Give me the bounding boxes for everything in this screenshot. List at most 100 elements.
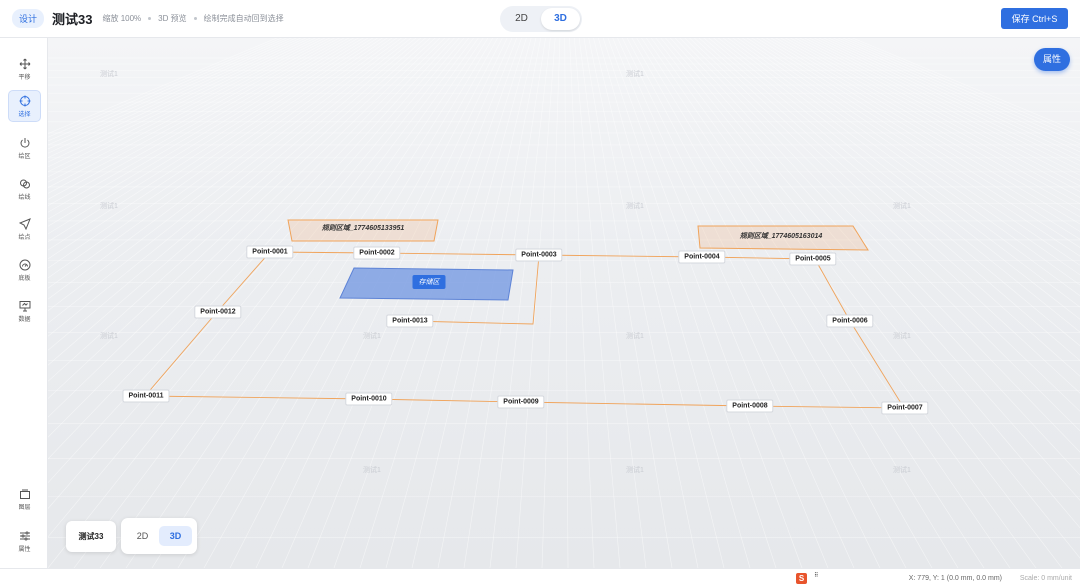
grid-line	[99, 38, 479, 568]
point-label[interactable]: Point-0005	[789, 252, 837, 266]
point-label[interactable]: Point-0006	[826, 314, 874, 328]
grid-line	[660, 38, 1080, 559]
watermark: 测试1	[100, 69, 118, 78]
tool-draw-point[interactable]: 绘点	[8, 213, 41, 245]
grid-line	[851, 38, 1080, 133]
grid-line	[669, 38, 1080, 501]
grid-line	[689, 38, 1080, 412]
view-mode-toggle: 2D 3D	[500, 6, 582, 32]
tool-pan[interactable]: 平移	[8, 53, 41, 85]
grid-line	[48, 38, 446, 438]
bottom-view-2d-option[interactable]: 2D	[126, 526, 159, 546]
grid-line	[770, 38, 1080, 218]
grid-line	[48, 38, 422, 351]
move-icon	[19, 58, 30, 69]
tool-properties[interactable]: 属性	[8, 525, 41, 557]
grid-line	[598, 38, 751, 568]
grid-line	[593, 38, 725, 568]
point-label[interactable]: Point-0003	[515, 248, 563, 262]
grid-line	[780, 38, 1080, 205]
grid-line	[48, 38, 388, 269]
bottom-view-3d-option[interactable]: 3D	[159, 526, 192, 546]
tool-select[interactable]: 选择	[8, 90, 41, 122]
grid-line	[583, 38, 673, 568]
grid-line	[48, 38, 340, 194]
tool-layers[interactable]: 图层	[8, 483, 41, 515]
grid-line	[48, 38, 383, 260]
grid-line	[48, 38, 288, 142]
project-name-card[interactable]: 测试33	[66, 521, 116, 552]
keyboard-icon[interactable]: ⠿	[814, 572, 818, 579]
point-label[interactable]: Point-0008	[726, 399, 774, 413]
tool-draw-area[interactable]: 绘区	[8, 132, 41, 164]
grid-line	[73, 38, 474, 568]
point-label[interactable]: Point-0012	[194, 305, 242, 319]
storage-area-label: 存储区	[412, 275, 446, 289]
grid-line	[760, 38, 1080, 232]
grid-line	[48, 38, 436, 399]
grid-line	[48, 38, 326, 178]
project-title: 测试33	[52, 12, 93, 27]
grid-line	[437, 38, 542, 568]
sliders-icon	[19, 531, 30, 540]
grid-line	[818, 38, 1080, 162]
grid-line	[48, 38, 374, 243]
separator-dot	[148, 17, 152, 20]
point-label[interactable]: Point-0009	[497, 395, 545, 409]
grid-line	[775, 38, 1080, 211]
mode-badge[interactable]: 设计	[12, 9, 45, 28]
grid-line	[48, 38, 460, 509]
tool-label: 选择	[18, 111, 31, 118]
path-lines	[144, 251, 905, 409]
tool-label: 属性	[18, 546, 31, 553]
3d-canvas[interactable]: 测试1 测试1 测试1 测试1 测试1 测试1 测试1 测试1 测试1 测试1 …	[48, 38, 1080, 568]
tool-label: 底板	[18, 275, 31, 282]
point-label[interactable]: Point-0001	[246, 245, 294, 259]
ime-icon[interactable]: S	[796, 573, 807, 584]
save-button[interactable]: 保存 Ctrl+S	[1001, 8, 1068, 29]
rule-region-label: 规则区域_1774605163014	[739, 233, 823, 240]
point-label[interactable]: Point-0002	[353, 246, 401, 260]
tool-label: 数据	[18, 316, 31, 323]
watermark: 测试1	[363, 465, 381, 474]
grid-line	[48, 38, 426, 366]
point-label[interactable]: Point-0007	[881, 401, 929, 415]
layers-icon	[19, 489, 30, 499]
view-3d-option[interactable]: 3D	[541, 8, 580, 30]
point-label[interactable]: Point-0011	[122, 389, 170, 403]
floor-grid	[48, 38, 1080, 568]
grid-line	[737, 38, 1080, 276]
grid-line	[626, 38, 907, 568]
grid-line	[333, 38, 522, 568]
point-label[interactable]: Point-0004	[678, 250, 726, 264]
watermark: 测试1	[100, 331, 118, 340]
grid-line	[813, 38, 1080, 166]
status-bar: S ⠿ X: 779, Y: 1 (0.0 mm, 0.0 mm) Scale:…	[0, 568, 1080, 588]
separator-dot	[193, 17, 197, 20]
point-label[interactable]: Point-0010	[345, 392, 393, 406]
watermark: 测试1	[626, 331, 644, 340]
grid-line	[717, 38, 1080, 320]
grid-line	[741, 38, 1080, 266]
tool-baseplate[interactable]: 底板	[8, 254, 41, 286]
preview-text: 3D 预览	[158, 14, 187, 23]
properties-button[interactable]: 属性	[1034, 48, 1070, 71]
link-icon	[19, 179, 30, 188]
tool-draw-line[interactable]: 绘线	[8, 173, 41, 205]
grid-line	[48, 38, 297, 150]
grid-line	[765, 38, 1080, 225]
grid-line	[48, 38, 369, 235]
point-label[interactable]: Point-0013	[386, 314, 434, 328]
power-icon	[20, 137, 29, 148]
grid-line	[48, 38, 364, 227]
grid-line	[48, 38, 292, 146]
grid-line	[48, 38, 450, 460]
top-header: 设计 测试33 缩放 100% 3D 预览 绘制完成自动回到选择 2D 3D 保…	[0, 0, 1080, 38]
tool-data[interactable]: 数据	[8, 295, 41, 327]
path-line[interactable]	[144, 251, 271, 397]
grid-line	[794, 38, 1080, 187]
watermark: 测试1	[893, 331, 911, 340]
view-2d-option[interactable]: 2D	[502, 8, 541, 30]
watermark: 测试1	[100, 201, 118, 210]
path-line[interactable]	[814, 258, 905, 409]
